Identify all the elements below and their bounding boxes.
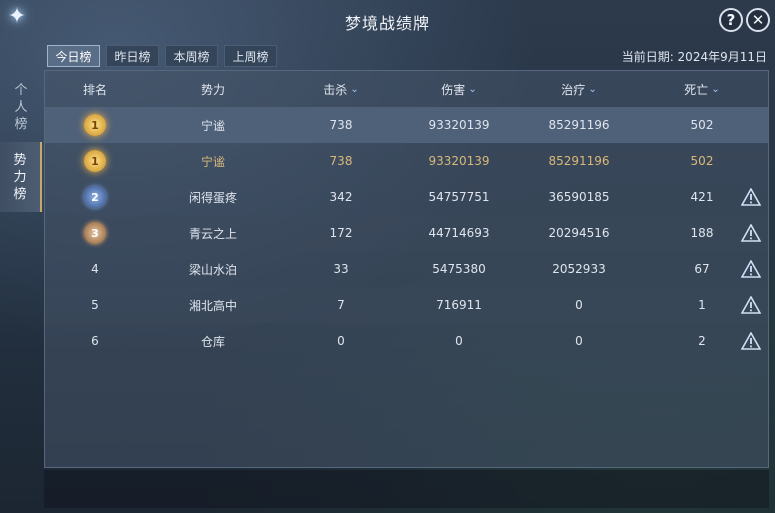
side-tab-personal-label: 个 人 榜: [14, 82, 28, 132]
cell-kill: 738: [329, 154, 353, 168]
tab-yesterday[interactable]: 昨日榜: [106, 45, 159, 67]
table-row[interactable]: 4 梁山水泊 33 5475380 2052933 67: [45, 251, 768, 287]
cell-damage: 0: [455, 334, 463, 348]
sort-icon[interactable]: ⌄: [711, 84, 719, 95]
cell-rank: 5: [45, 287, 145, 323]
cell-heal: 0: [575, 298, 583, 312]
cell-damage: 54757751: [428, 190, 490, 204]
close-button[interactable]: ✕: [746, 8, 770, 32]
warning-icon: [741, 260, 761, 278]
rank-value: 5: [91, 298, 99, 312]
cell-damage: 716911: [436, 298, 482, 312]
tab-last-week[interactable]: 上周榜: [224, 45, 277, 67]
cell-power: 湘北高中: [188, 298, 237, 313]
table-row[interactable]: 1 宁谧 738 93320139 85291196 502: [45, 107, 768, 143]
col-kill-label: 击杀: [323, 82, 348, 97]
window-title: 梦境战绩牌: [344, 14, 430, 33]
table-row[interactable]: 2 闲得蛋疼 342 54757751 36590185 421: [45, 179, 768, 215]
cell-heal: 85291196: [548, 118, 610, 132]
table-header: 排名 势力 击杀 ⌄ 伤害 ⌄ 治疗 ⌄ 死亡 ⌄: [45, 71, 768, 107]
rank-value: 4: [91, 262, 99, 276]
sort-icon[interactable]: ⌄: [588, 84, 596, 95]
cell-damage: 44714693: [428, 226, 490, 240]
cell-heal: 85291196: [548, 154, 610, 168]
cell-kill: 7: [337, 298, 345, 312]
cell-heal: 36590185: [548, 190, 610, 204]
cell-kill: 33: [333, 262, 349, 276]
cell-power: 仓库: [200, 334, 225, 349]
report-button[interactable]: [735, 323, 767, 359]
leaderboard-panel: 排名 势力 击杀 ⌄ 伤害 ⌄ 治疗 ⌄ 死亡 ⌄ 1 宁谧 738 93320139 8529…: [44, 70, 769, 468]
title-bar: 梦境战绩牌: [0, 0, 775, 44]
period-tabs: 今日榜 昨日榜 本周榜 上周榜: [47, 45, 277, 67]
cell-rank: 6: [45, 323, 145, 359]
cell-kill: 342: [329, 190, 353, 204]
rank-medal-icon: 2: [84, 186, 106, 208]
col-power-label: 势力: [200, 82, 225, 97]
cell-power: 梁山水泊: [188, 262, 237, 277]
cell-death: 502: [690, 118, 714, 132]
cell-power: 宁谧: [200, 118, 225, 133]
cell-power: 青云之上: [188, 226, 237, 241]
table-row[interactable]: 1 宁谧 738 93320139 85291196 502: [45, 143, 768, 179]
report-button[interactable]: [735, 215, 767, 251]
col-heal[interactable]: 治疗 ⌄: [517, 71, 641, 107]
report-button[interactable]: [735, 287, 767, 323]
cell-rank: 1: [45, 107, 145, 143]
rank-medal-icon: 1: [84, 114, 106, 136]
cell-rank: 4: [45, 251, 145, 287]
cell-rank: 3: [45, 215, 145, 251]
col-heal-label: 治疗: [561, 82, 586, 97]
report-button[interactable]: [735, 251, 767, 287]
cell-damage: 93320139: [428, 154, 490, 168]
rank-value: 6: [91, 334, 99, 348]
warning-icon: [741, 188, 761, 206]
warning-icon: [741, 296, 761, 314]
col-damage[interactable]: 伤害 ⌄: [401, 71, 517, 107]
warning-icon: [741, 332, 761, 350]
tab-this-week[interactable]: 本周榜: [165, 45, 218, 67]
side-tab-faction-label: 势 力 榜: [13, 152, 27, 202]
sort-icon[interactable]: ⌄: [350, 84, 358, 95]
side-tab-personal[interactable]: 个 人 榜: [0, 72, 42, 142]
cell-kill: 738: [329, 118, 353, 132]
bottom-bar: [44, 470, 769, 508]
side-tab-faction[interactable]: 势 力 榜: [0, 142, 42, 212]
col-death[interactable]: 死亡 ⌄: [641, 71, 763, 107]
side-tabs: 个 人 榜 势 力 榜: [0, 72, 42, 212]
rank-medal-icon: 1: [84, 150, 106, 172]
cell-kill: 172: [329, 226, 353, 240]
cell-power: 宁谧: [200, 154, 225, 169]
star-icon: ✦: [7, 4, 27, 29]
cell-damage: 93320139: [428, 118, 490, 132]
help-button[interactable]: ?: [719, 8, 743, 32]
cell-damage: 5475380: [432, 262, 486, 276]
col-rank: 排名: [45, 71, 145, 107]
cell-power: 闲得蛋疼: [188, 190, 237, 205]
col-rank-label: 排名: [82, 82, 107, 97]
col-power: 势力: [145, 71, 281, 107]
col-damage-label: 伤害: [441, 82, 466, 97]
cell-heal: 2052933: [552, 262, 606, 276]
cell-rank: 1: [45, 143, 145, 179]
tab-today[interactable]: 今日榜: [47, 45, 100, 67]
table-row[interactable]: 3 青云之上 172 44714693 20294516 188: [45, 215, 768, 251]
rank-medal-icon: 3: [84, 222, 106, 244]
cell-heal: 0: [575, 334, 583, 348]
table-row[interactable]: 5 湘北高中 7 716911 0 1: [45, 287, 768, 323]
cell-rank: 2: [45, 179, 145, 215]
current-date: 当前日期: 2024年9月11日: [621, 50, 767, 64]
report-button[interactable]: [735, 179, 767, 215]
cell-kill: 0: [337, 334, 345, 348]
cell-heal: 20294516: [548, 226, 610, 240]
warning-icon: [741, 224, 761, 242]
col-kill[interactable]: 击杀 ⌄: [281, 71, 401, 107]
col-death-label: 死亡: [684, 82, 709, 97]
cell-death: 502: [690, 154, 714, 168]
sort-icon[interactable]: ⌄: [468, 84, 476, 95]
table-row[interactable]: 6 仓库 0 0 0 2: [45, 323, 768, 359]
